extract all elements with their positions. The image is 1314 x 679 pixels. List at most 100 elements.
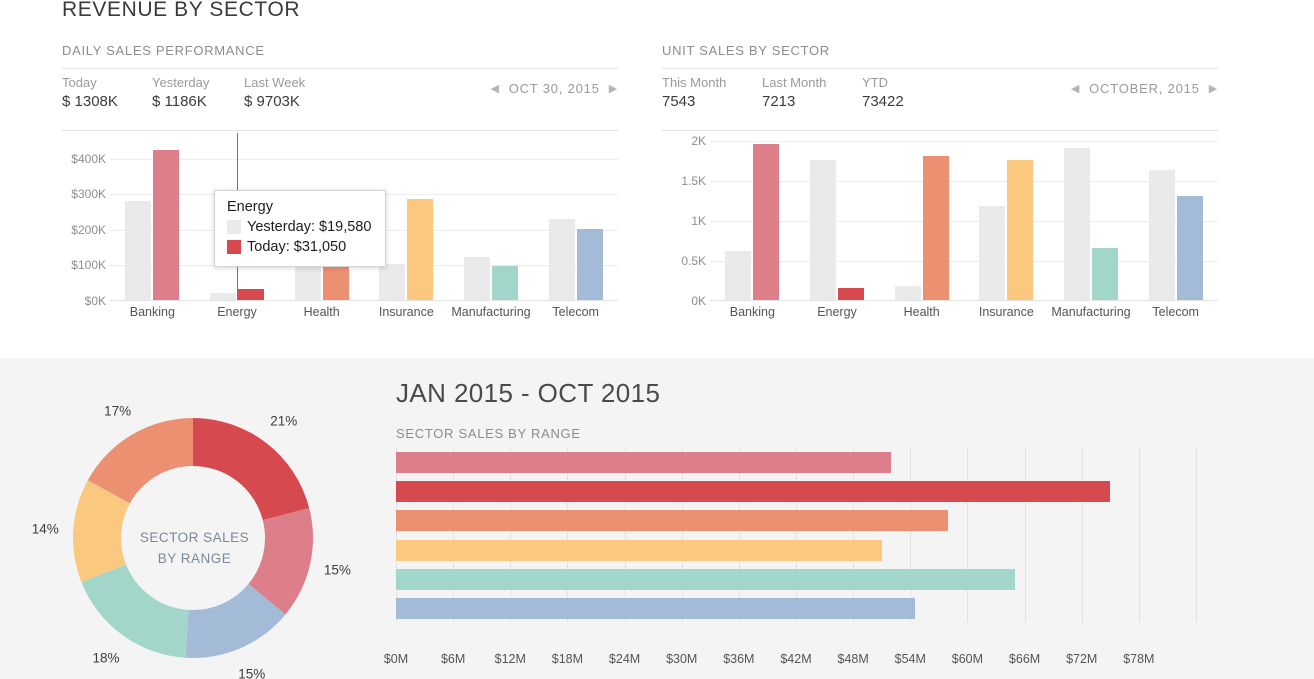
x-axis-tick-label: Energy — [217, 305, 257, 319]
bar-previous[interactable] — [979, 205, 1006, 300]
x-axis-tick-label: Energy — [817, 305, 857, 319]
tooltip-row-label: Today: $31,050 — [247, 239, 347, 255]
kpi-this-month: This Month 7543 — [662, 74, 740, 112]
next-date-arrow-icon[interactable]: ▶ — [609, 82, 618, 95]
gridline — [681, 448, 683, 623]
x-axis-tick-label: $60M — [951, 652, 984, 666]
prev-date-arrow-icon[interactable]: ◀ — [490, 82, 499, 95]
bar-current[interactable] — [837, 288, 864, 300]
bar-group[interactable] — [710, 141, 795, 300]
x-axis-tick-label: $0M — [383, 652, 409, 666]
bar-today[interactable] — [491, 265, 518, 300]
bar-yesterday[interactable] — [463, 256, 490, 300]
x-axis-labels: Banking Energy Health Insurance Manufacturin… — [710, 305, 1218, 321]
kpi-last-week: Last Week $ 9703K — [244, 74, 324, 112]
bar-yesterday[interactable] — [125, 201, 152, 300]
bar-today[interactable] — [237, 288, 264, 300]
donut-percent-label: 17% — [104, 403, 132, 419]
bar-group[interactable] — [533, 141, 618, 300]
bar-group[interactable] — [449, 141, 534, 300]
donut-percent-label: 21% — [270, 413, 298, 429]
x-axis-tick-label: $54M — [894, 652, 926, 666]
x-axis-tick-label: Telecom — [552, 305, 599, 319]
bar-yesterday[interactable] — [209, 292, 236, 300]
bar-series-3[interactable] — [396, 510, 949, 532]
bar-current[interactable] — [753, 144, 780, 300]
bar-group[interactable] — [1133, 141, 1218, 300]
donut-segment[interactable] — [81, 564, 189, 658]
bar-previous[interactable] — [809, 160, 836, 300]
bar-group[interactable] — [879, 141, 964, 300]
bar-group[interactable] — [110, 141, 195, 300]
bar-today[interactable] — [407, 199, 434, 300]
y-axis-tick-label: 2K — [691, 134, 706, 148]
y-axis-tick-label: 0.5K — [681, 254, 706, 268]
bar-series-5[interactable] — [396, 568, 1016, 590]
donut-chart-container[interactable]: SECTOR SALES BY RANGE 21% 15% 15% 18% 14% 17% — [18, 372, 368, 679]
kpi-label: YTD — [862, 75, 888, 90]
y-axis-tick-label: $300K — [71, 187, 106, 202]
bar-yesterday[interactable] — [294, 263, 321, 300]
kpi-value: $ 1186K — [152, 93, 207, 110]
kpi-last-month: Last Month 7213 — [762, 74, 840, 112]
bar-group[interactable] — [795, 141, 880, 300]
bar-previous[interactable] — [725, 251, 752, 300]
gridline — [1138, 448, 1140, 623]
donut-center-label: SECTOR SALES BY RANGE — [123, 527, 266, 569]
divider-bottom-right — [662, 130, 1218, 131]
prev-month-arrow-icon[interactable]: ◀ — [1071, 82, 1080, 95]
bar-previous[interactable] — [1063, 148, 1090, 300]
tooltip-row-label: Yesterday: $19,580 — [247, 219, 372, 235]
bar-today[interactable] — [576, 228, 603, 300]
bar-group[interactable] — [1049, 141, 1134, 300]
kpi-label: Last Week — [244, 75, 306, 90]
tooltip-row: Yesterday: $19,580 — [227, 217, 371, 237]
gridline — [853, 448, 855, 623]
donut-segment[interactable] — [193, 418, 310, 521]
unit-sales-chart[interactable]: 0K 0.5K 1K 1.5K 2K Banking Energy Health Insuran… — [662, 133, 1218, 323]
x-axis-tick-label: Telecom — [1152, 305, 1199, 319]
sector-sales-range-chart[interactable] — [396, 448, 1197, 643]
divider-bottom-left — [62, 130, 618, 131]
kpi-label: Yesterday — [152, 75, 210, 90]
plot-area — [710, 141, 1218, 301]
bar-series-4[interactable] — [396, 539, 882, 561]
next-month-arrow-icon[interactable]: ▶ — [1209, 82, 1218, 95]
bar-yesterday[interactable] — [379, 264, 406, 300]
donut-percent-label: 14% — [31, 521, 59, 537]
donut-percent-label: 15% — [238, 666, 266, 679]
kpi-label: Last Month — [762, 75, 827, 90]
x-axis-tick-label: $48M — [837, 652, 869, 666]
y-axis-tick-label: $0K — [84, 294, 106, 308]
unit-sales-panel: UNIT SALES BY SECTOR This Month 7543 Last … — [662, 42, 1218, 342]
unit-month-pager[interactable]: ◀ OCTOBER, 2015 ▶ — [1071, 81, 1218, 96]
bar-series-2[interactable] — [396, 481, 1111, 503]
bar-today[interactable] — [153, 149, 180, 300]
y-axis-tick-label: 1.5K — [681, 174, 706, 188]
bar-series-6[interactable] — [396, 597, 916, 619]
daily-sales-subtitle: DAILY SALES PERFORMANCE — [62, 43, 265, 58]
range-subtitle: SECTOR SALES BY RANGE — [396, 426, 581, 441]
bar-series-1[interactable] — [396, 452, 892, 474]
daily-date-pager[interactable]: ◀ OCT 30, 2015 ▶ — [490, 81, 618, 96]
bar-previous[interactable] — [894, 285, 921, 300]
bar-current[interactable] — [1176, 196, 1203, 300]
unit-kpi-row: This Month 7543 Last Month 7213 YTD 73422 ◀ O… — [662, 69, 1218, 121]
gridline — [453, 448, 455, 623]
bar-current[interactable] — [922, 156, 949, 300]
y-axis-tick-label: $200K — [71, 222, 106, 237]
kpi-value: $ 1308K — [62, 93, 118, 110]
donut-center-line1: SECTOR SALES — [139, 530, 250, 545]
bar-yesterday[interactable] — [548, 219, 575, 300]
bar-current[interactable] — [1007, 160, 1034, 300]
bar-previous[interactable] — [1148, 170, 1175, 300]
donut-percent-label: 15% — [323, 562, 351, 578]
tooltip-rows: Yesterday: $19,580 Today: $31,050 — [227, 217, 371, 257]
x-axis-labels: Banking Energy Health Insurance Manufacturin… — [110, 305, 618, 321]
kpi-value: 7543 — [662, 93, 696, 110]
kpi-value: 73422 — [862, 93, 904, 110]
bar-group[interactable] — [964, 141, 1049, 300]
x-axis-tick-label: $42M — [780, 652, 812, 666]
kpi-ytd: YTD 73422 — [862, 74, 932, 112]
bar-current[interactable] — [1091, 248, 1118, 300]
